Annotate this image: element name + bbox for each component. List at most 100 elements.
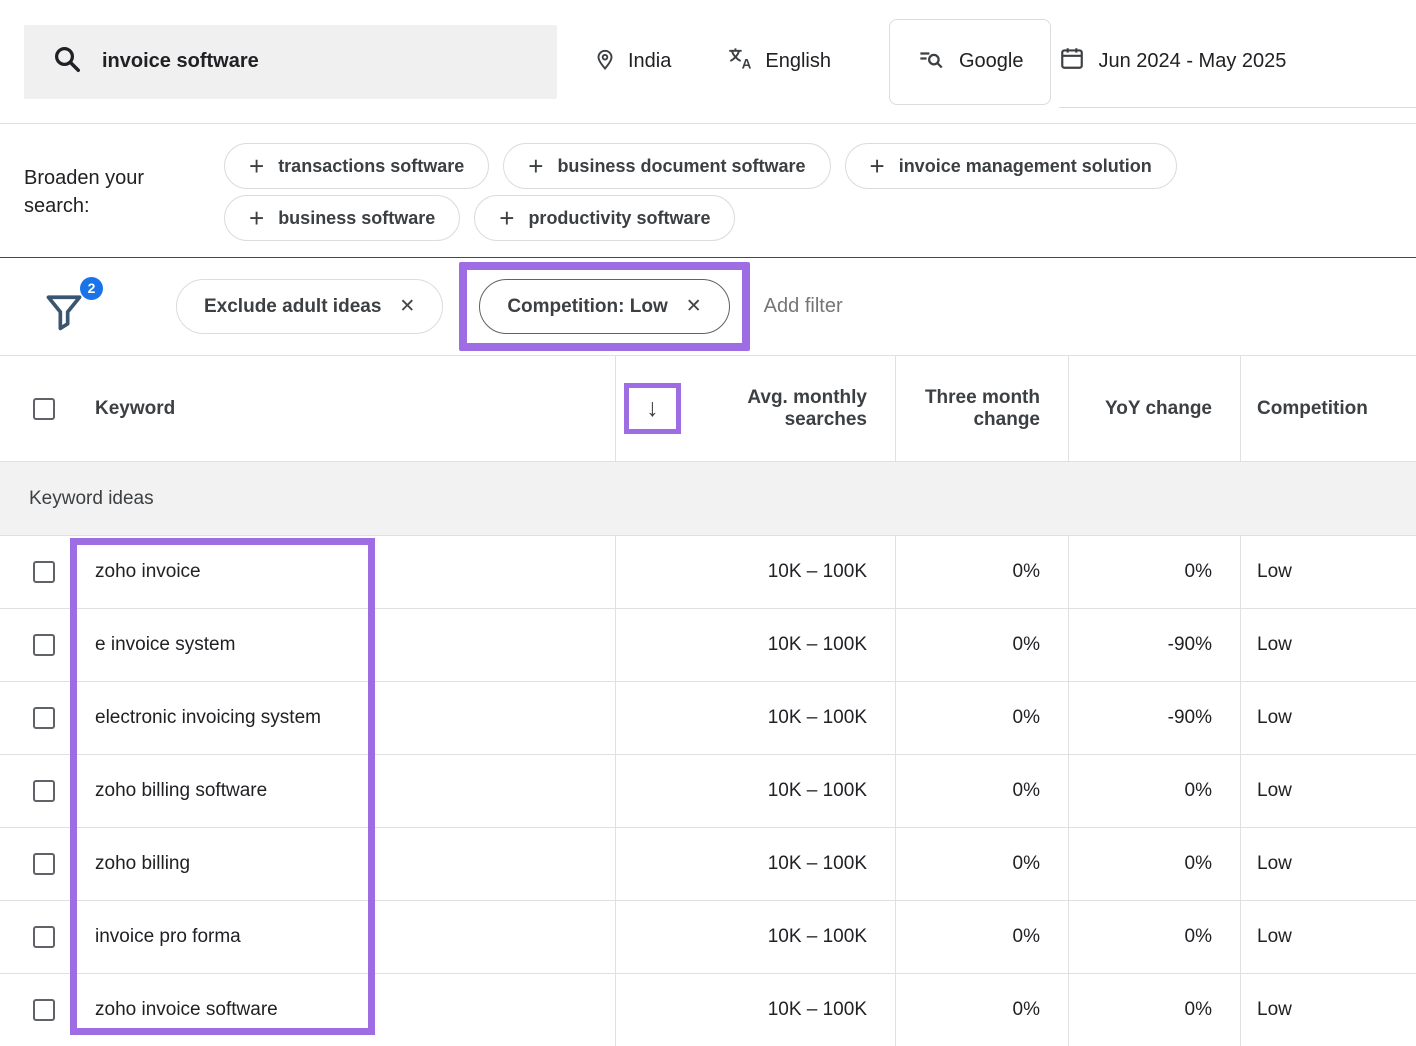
- download-arrow-icon[interactable]: ↓: [646, 396, 659, 421]
- add-filter-button[interactable]: Add filter: [764, 295, 843, 318]
- table-row: zoho invoice software 10K – 100K 0% 0% L…: [0, 974, 1416, 1046]
- competition-value: Low: [1257, 634, 1292, 656]
- header-three-month-change: Three month change: [915, 387, 1040, 431]
- date-range-selector[interactable]: Jun 2024 - May 2025: [1059, 16, 1416, 108]
- avg-monthly-value: 10K – 100K: [768, 707, 867, 729]
- location-selector[interactable]: India: [593, 47, 671, 77]
- svg-text:A: A: [742, 57, 752, 72]
- broaden-chip[interactable]: + business software: [224, 195, 460, 241]
- broaden-chip-label: transactions software: [278, 156, 464, 177]
- plus-icon: +: [249, 205, 264, 231]
- network-selector[interactable]: Google: [889, 19, 1052, 105]
- competition-value: Low: [1257, 561, 1292, 583]
- search-network-icon: [917, 45, 944, 78]
- row-checkbox[interactable]: [33, 561, 55, 583]
- table-row: zoho billing 10K – 100K 0% 0% Low: [0, 828, 1416, 901]
- language-label: English: [765, 50, 831, 73]
- filter-count-badge: 2: [80, 277, 103, 300]
- broaden-chip-label: business document software: [557, 156, 805, 177]
- table-body: zoho invoice 10K – 100K 0% 0% Low e invo…: [0, 536, 1416, 1046]
- keyword-text: zoho billing software: [95, 780, 267, 802]
- row-checkbox[interactable]: [33, 853, 55, 875]
- search-icon: [52, 44, 82, 79]
- language-selector[interactable]: A English: [727, 45, 831, 78]
- table-row: zoho billing software 10K – 100K 0% 0% L…: [0, 755, 1416, 828]
- filter-bar: 2 Exclude adult ideas ✕ Competition: Low…: [0, 258, 1416, 355]
- filter-chip-exclude-adult[interactable]: Exclude adult ideas ✕: [176, 279, 443, 334]
- table-row: electronic invoicing system 10K – 100K 0…: [0, 682, 1416, 755]
- select-all-checkbox[interactable]: [33, 398, 55, 420]
- broaden-chip-label: productivity software: [528, 208, 710, 229]
- plus-icon: +: [249, 153, 264, 179]
- competition-value: Low: [1257, 999, 1292, 1021]
- filter-chip-label: Exclude adult ideas: [204, 296, 381, 318]
- competition-value: Low: [1257, 926, 1292, 948]
- broaden-chip[interactable]: + transactions software: [224, 143, 489, 189]
- location-pin-icon: [593, 47, 617, 77]
- yoy-value: 0%: [1185, 926, 1212, 948]
- row-checkbox[interactable]: [33, 780, 55, 802]
- yoy-value: 0%: [1185, 999, 1212, 1021]
- filters-button[interactable]: 2: [24, 275, 96, 339]
- yoy-value: 0%: [1185, 853, 1212, 875]
- sort-arrow-highlight: ↓: [624, 383, 681, 434]
- yoy-value: 0%: [1185, 780, 1212, 802]
- avg-monthly-value: 10K – 100K: [768, 999, 867, 1021]
- broaden-chip[interactable]: + invoice management solution: [845, 143, 1177, 189]
- filter-chip-competition-low[interactable]: Competition: Low ✕: [479, 279, 729, 334]
- three-month-value: 0%: [1013, 561, 1040, 583]
- broaden-chip-label: invoice management solution: [899, 156, 1152, 177]
- competition-value: Low: [1257, 707, 1292, 729]
- plus-icon: +: [499, 205, 514, 231]
- broaden-chip[interactable]: + business document software: [503, 143, 830, 189]
- avg-monthly-value: 10K – 100K: [768, 780, 867, 802]
- avg-monthly-value: 10K – 100K: [768, 926, 867, 948]
- three-month-value: 0%: [1013, 926, 1040, 948]
- keyword-ideas-section-row: Keyword ideas: [0, 462, 1416, 536]
- calendar-icon: [1059, 45, 1085, 77]
- network-label: Google: [959, 50, 1024, 73]
- section-label: Keyword ideas: [29, 488, 154, 510]
- table-row: invoice pro forma 10K – 100K 0% 0% Low: [0, 901, 1416, 974]
- row-checkbox[interactable]: [33, 999, 55, 1021]
- row-checkbox[interactable]: [33, 634, 55, 656]
- date-range-label: Jun 2024 - May 2025: [1098, 50, 1286, 73]
- header-keyword: Keyword: [95, 398, 175, 420]
- broaden-chips: + transactions software + business docum…: [224, 143, 1404, 257]
- keyword-text: zoho invoice: [95, 561, 201, 583]
- broaden-section: Broaden your search: + transactions soft…: [0, 124, 1416, 257]
- avg-monthly-value: 10K – 100K: [768, 634, 867, 656]
- plus-icon: +: [870, 153, 885, 179]
- competition-chip-highlight: Competition: Low ✕: [459, 262, 749, 351]
- keyword-text: zoho billing: [95, 853, 190, 875]
- three-month-value: 0%: [1013, 853, 1040, 875]
- translate-icon: A: [727, 45, 754, 78]
- row-checkbox[interactable]: [33, 707, 55, 729]
- table-row: zoho invoice 10K – 100K 0% 0% Low: [0, 536, 1416, 609]
- broaden-chip-label: business software: [278, 208, 435, 229]
- broaden-chip[interactable]: + productivity software: [474, 195, 735, 241]
- competition-value: Low: [1257, 780, 1292, 802]
- plus-icon: +: [528, 153, 543, 179]
- search-input[interactable]: invoice software: [24, 25, 557, 99]
- keyword-text: e invoice system: [95, 634, 235, 656]
- header-yoy-change: YoY change: [1105, 398, 1212, 420]
- competition-value: Low: [1257, 853, 1292, 875]
- header-avg-monthly-searches: Avg. monthly searches: [727, 387, 867, 431]
- topbar: invoice software India A English Google …: [0, 0, 1416, 124]
- search-query: invoice software: [102, 50, 259, 73]
- keyword-text: invoice pro forma: [95, 926, 241, 948]
- header-competition: Competition: [1257, 398, 1368, 420]
- close-icon[interactable]: ✕: [686, 297, 702, 316]
- filter-chip-label: Competition: Low: [507, 296, 667, 318]
- yoy-value: -90%: [1168, 707, 1212, 729]
- avg-monthly-value: 10K – 100K: [768, 561, 867, 583]
- table-row: e invoice system 10K – 100K 0% -90% Low: [0, 609, 1416, 682]
- three-month-value: 0%: [1013, 999, 1040, 1021]
- row-checkbox[interactable]: [33, 926, 55, 948]
- keyword-text: electronic invoicing system: [95, 707, 321, 729]
- yoy-value: -90%: [1168, 634, 1212, 656]
- three-month-value: 0%: [1013, 780, 1040, 802]
- location-label: India: [628, 50, 671, 73]
- close-icon[interactable]: ✕: [399, 297, 415, 316]
